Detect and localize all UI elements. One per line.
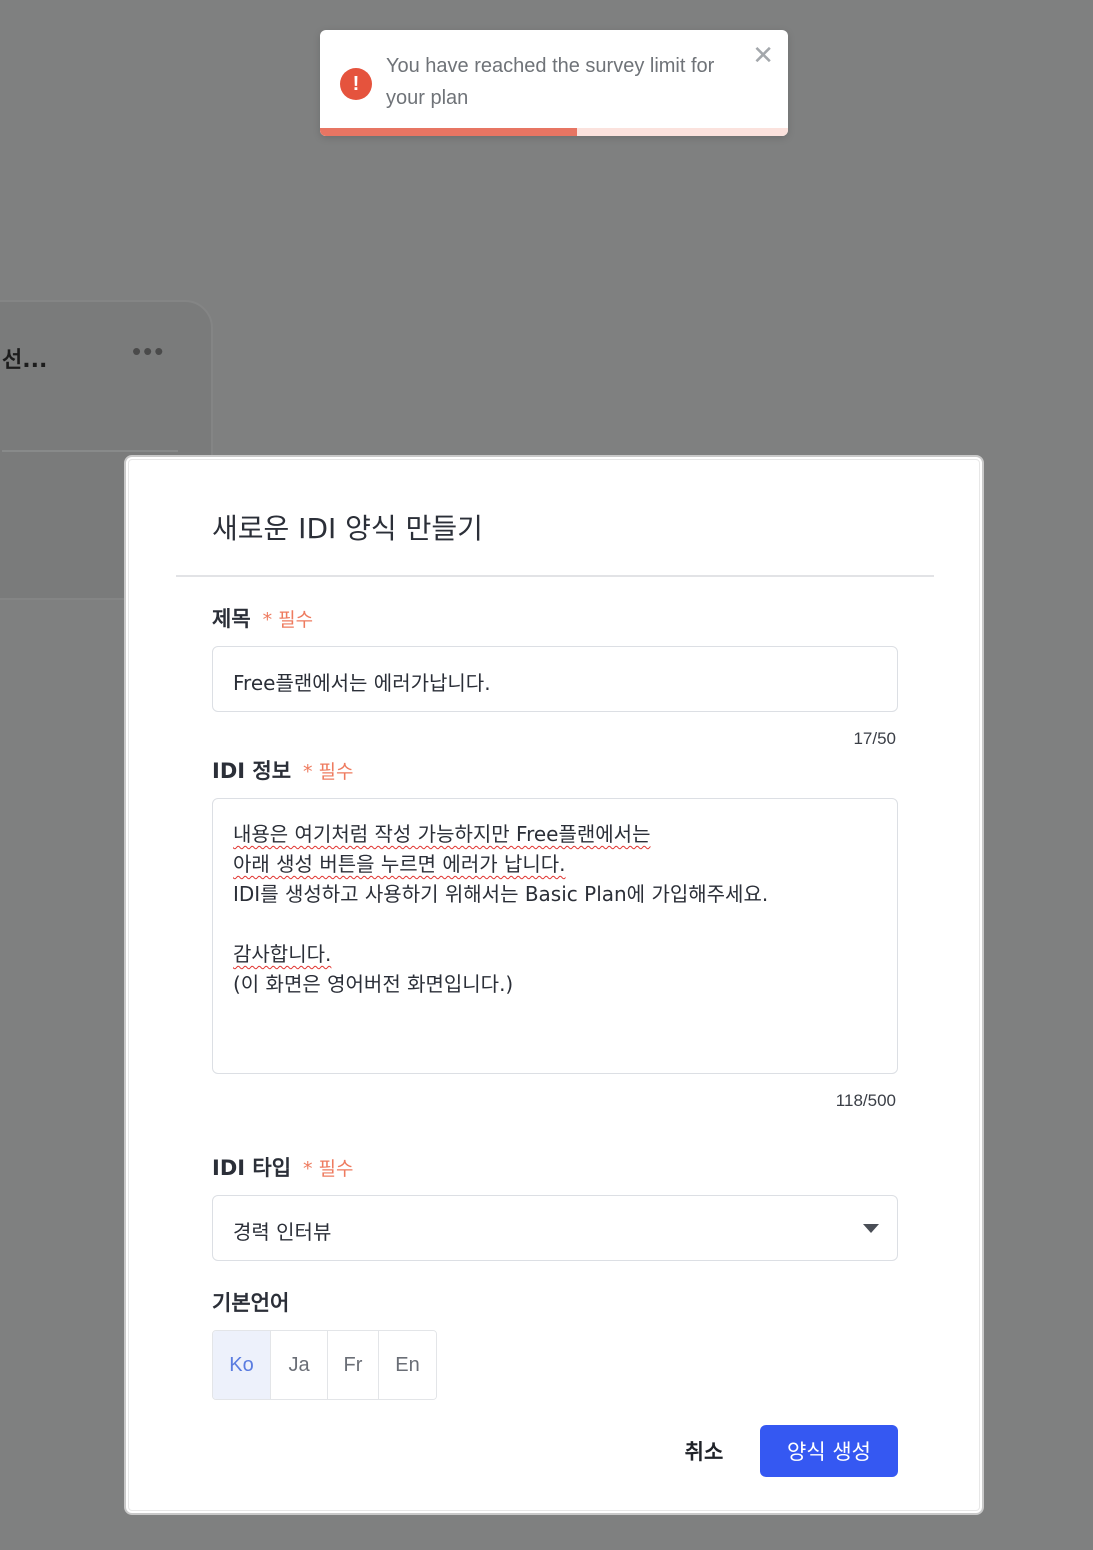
default-language-label: 기본언어	[212, 1291, 290, 1315]
textarea-line: IDI를 생성하고 사용하기 위해서는 Basic Plan에 가입해주세요.	[233, 879, 877, 909]
error-toast: ! You have reached the survey limit for …	[320, 30, 788, 136]
language-option-ja[interactable]: Ja	[271, 1331, 328, 1399]
title-char-counter: 17/50	[853, 729, 896, 748]
language-option-fr[interactable]: Fr	[328, 1331, 379, 1399]
textarea-text: 감사합니다.	[233, 942, 332, 966]
toast-progress-fill	[320, 128, 578, 136]
title-input[interactable]: Free플랜에서는 에러가납니다.	[212, 646, 898, 712]
language-toggle-group: Ko Ja Fr En	[212, 1330, 437, 1400]
modal-title: 새로운 IDI 양식 만들기	[212, 512, 483, 545]
textarea-line: 아래 생성 버튼을 누르면 에러가 납니다.	[233, 849, 877, 879]
idi-type-selected-value: 경력 인터뷰	[233, 1220, 332, 1244]
idi-info-textarea[interactable]: 내용은 여기처럼 작성 가능하지만 Free플랜에서는 아래 생성 버튼을 누르…	[212, 798, 898, 1074]
idi-type-label: IDI 타입 * 필수	[212, 1152, 354, 1182]
textarea-line: (이 화면은 영어버전 화면입니다.)	[233, 969, 877, 999]
textarea-text: (이 화면은 영어버전 화면입니다.)	[233, 972, 514, 996]
textarea-text: IDI를 생성하고 사용하기 위해서는 Basic Plan에 가입해주세요.	[233, 882, 769, 906]
textarea-text: 내용은 여기처럼 작성 가능하지만 Free플랜에서는	[233, 822, 651, 846]
language-option-en[interactable]: En	[379, 1331, 436, 1399]
language-option-ko[interactable]: Ko	[213, 1331, 271, 1399]
idi-info-label: IDI 정보 * 필수	[212, 755, 354, 785]
textarea-line: 내용은 여기처럼 작성 가능하지만 Free플랜에서는	[233, 819, 877, 849]
create-idi-form-modal: 새로운 IDI 양식 만들기 제목 * 필수 Free플랜에서는 에러가납니다. …	[124, 455, 984, 1515]
chevron-down-icon	[863, 1224, 879, 1233]
textarea-text: 아래 생성 버튼을 누르면 에러가 납니다.	[233, 852, 566, 876]
close-icon[interactable]: ✕	[752, 40, 774, 71]
title-label: 제목 * 필수	[212, 603, 313, 633]
more-options-icon: •••	[132, 336, 166, 366]
idi-type-label-text: IDI 타입	[212, 1156, 292, 1180]
background-card-title: 선...	[2, 348, 48, 373]
toast-progress-bar	[320, 128, 788, 136]
cancel-button[interactable]: 취소	[666, 1425, 742, 1477]
idi-info-label-text: IDI 정보	[212, 759, 292, 783]
info-char-counter: 118/500	[835, 1091, 896, 1110]
toast-message: You have reached the survey limit for yo…	[386, 55, 715, 109]
create-form-button[interactable]: 양식 생성	[760, 1425, 898, 1477]
textarea-line	[233, 909, 877, 939]
background-card-divider	[2, 450, 178, 452]
idi-type-select[interactable]: 경력 인터뷰	[212, 1195, 898, 1261]
textarea-line: 감사합니다.	[233, 939, 877, 969]
exclamation-icon: !	[340, 68, 372, 100]
modal-divider	[176, 575, 934, 577]
required-marker: * 필수	[262, 609, 314, 631]
title-label-text: 제목	[212, 607, 251, 631]
required-marker: * 필수	[303, 1158, 354, 1180]
required-marker: * 필수	[303, 761, 354, 783]
